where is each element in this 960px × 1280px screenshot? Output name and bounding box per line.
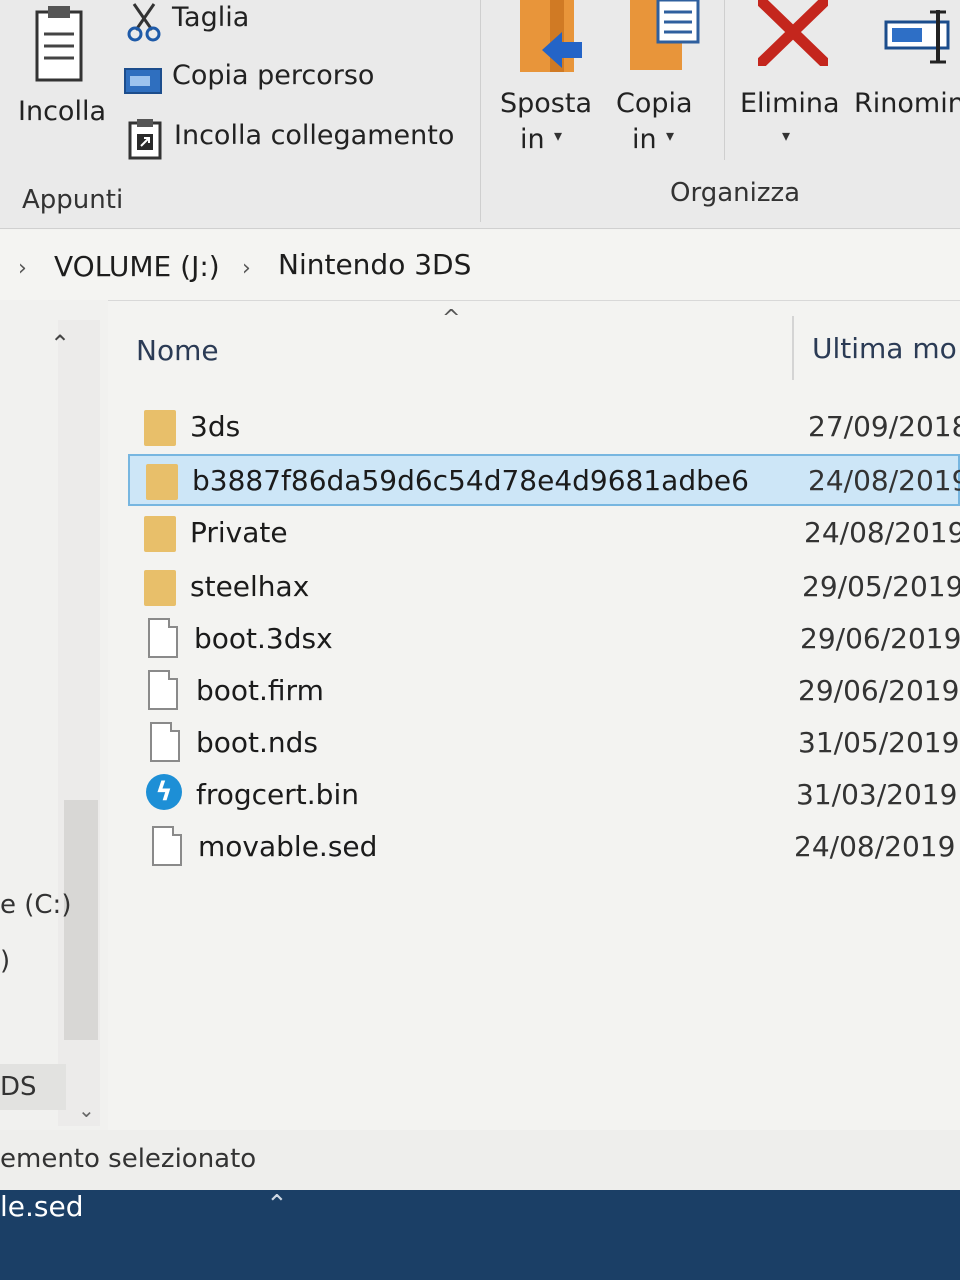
move-to-dropdown-icon: ▾ bbox=[554, 126, 563, 145]
breadcrumb-nintendo-3ds[interactable]: Nintendo 3DS bbox=[278, 248, 471, 281]
copy-to-dropdown-icon: ▾ bbox=[666, 126, 675, 145]
nav-scroll-up-icon[interactable]: ⌃ bbox=[50, 330, 70, 358]
copy-to-icon bbox=[630, 0, 700, 70]
cut-button[interactable]: Taglia bbox=[124, 0, 324, 44]
file-row-private[interactable]: Private 24/08/2019 bbox=[128, 508, 960, 560]
nav-item-drive[interactable]: ) bbox=[0, 946, 10, 976]
status-bar: emento selezionato bbox=[0, 1130, 960, 1192]
copy-to-button[interactable]: Copia in ▾ bbox=[610, 0, 710, 160]
group-divider bbox=[724, 0, 725, 160]
move-to-button[interactable]: Sposta in ▾ bbox=[496, 0, 596, 160]
breadcrumb-chevron-icon[interactable]: › bbox=[242, 256, 251, 281]
paste-shortcut-icon bbox=[128, 119, 162, 160]
move-to-label-2: in bbox=[520, 124, 545, 155]
organize-group-label: Organizza bbox=[670, 178, 801, 208]
file-name: boot.nds bbox=[196, 726, 319, 759]
taskbar-item[interactable]: le.sed bbox=[0, 1190, 84, 1223]
file-row-boot-firm[interactable]: boot.firm 29/06/2019 bbox=[128, 666, 960, 718]
folder-icon bbox=[144, 410, 176, 446]
copy-to-label-2: in bbox=[632, 124, 657, 155]
file-name: movable.sed bbox=[198, 830, 378, 863]
file-icon bbox=[150, 722, 180, 762]
move-to-label: Sposta bbox=[500, 88, 592, 119]
nav-item-3ds-selected[interactable]: DS bbox=[0, 1064, 66, 1110]
nav-item-drive-c[interactable]: e (C:) bbox=[0, 890, 71, 920]
delete-label: Elimina bbox=[740, 88, 840, 119]
nav-scroll-down-icon[interactable]: ⌄ bbox=[78, 1098, 95, 1122]
rename-button[interactable]: Rinomin bbox=[850, 0, 960, 160]
file-date: 29/06/2019 bbox=[800, 622, 960, 655]
breadcrumb-chevron-icon[interactable]: › bbox=[18, 256, 27, 281]
file-row-b3887[interactable]: b3887f86da59d6c54d78e4d9681adbe6 24/08/2… bbox=[128, 454, 960, 506]
folder-icon bbox=[144, 570, 176, 606]
copy-path-label: Copia percorso bbox=[172, 60, 375, 91]
file-date: 31/03/2019 2 bbox=[796, 778, 960, 811]
column-divider[interactable] bbox=[792, 316, 794, 380]
folder-icon bbox=[144, 516, 176, 552]
copy-path-icon bbox=[124, 68, 162, 94]
file-icon bbox=[148, 618, 178, 658]
cut-label: Taglia bbox=[172, 2, 250, 33]
nav-item-3ds-label: DS bbox=[0, 1072, 37, 1102]
file-row-3ds[interactable]: 3ds 27/09/2018 bbox=[128, 402, 960, 454]
file-row-steelhax[interactable]: steelhax 29/05/2019 bbox=[128, 562, 960, 614]
file-date: 24/08/2019 bbox=[808, 464, 960, 497]
move-to-icon bbox=[520, 0, 582, 72]
file-date: 24/08/2019 1 bbox=[794, 830, 960, 863]
file-row-boot-nds[interactable]: boot.nds 31/05/2019 bbox=[128, 718, 960, 770]
folder-icon bbox=[146, 464, 178, 500]
file-name: boot.firm bbox=[196, 674, 324, 707]
sort-ascending-icon: ^ bbox=[442, 306, 461, 331]
copy-path-button[interactable]: Copia percorso bbox=[124, 58, 394, 102]
paste-button[interactable]: Incolla bbox=[12, 0, 112, 140]
file-name: Private bbox=[190, 516, 288, 549]
ribbon: Incolla Taglia Copia percorso Incolla co… bbox=[0, 0, 960, 229]
file-row-boot-3dsx[interactable]: boot.3dsx 29/06/2019 bbox=[128, 614, 960, 666]
file-name: steelhax bbox=[190, 570, 310, 603]
taskbar-chevron-up-icon[interactable]: ⌃ bbox=[266, 1190, 288, 1220]
file-date: 31/05/2019 bbox=[798, 726, 960, 759]
file-date: 29/06/2019 bbox=[798, 674, 960, 707]
delete-x-icon bbox=[758, 0, 828, 66]
file-name: frogcert.bin bbox=[196, 778, 359, 811]
file-name: 3ds bbox=[190, 410, 241, 443]
address-bar[interactable]: › VOLUME (J:) › Nintendo 3DS bbox=[0, 230, 960, 301]
file-name: b3887f86da59d6c54d78e4d9681adbe6 bbox=[192, 464, 749, 497]
file-date: 27/09/2018 bbox=[808, 410, 960, 443]
file-date: 24/08/2019 bbox=[804, 516, 960, 549]
paste-label: Incolla bbox=[18, 96, 106, 127]
nav-scrollbar-thumb[interactable] bbox=[64, 800, 98, 1040]
clipboard-icon bbox=[35, 6, 83, 82]
column-header-modified[interactable]: Ultima mo bbox=[812, 332, 957, 365]
selection-status: emento selezionato bbox=[0, 1144, 257, 1174]
group-divider bbox=[480, 0, 481, 222]
file-name: boot.3dsx bbox=[194, 622, 333, 655]
paste-shortcut-label: Incolla collegamento bbox=[174, 120, 455, 151]
scissors-icon bbox=[127, 3, 161, 42]
app-file-icon: ϟ bbox=[146, 774, 182, 810]
file-row-movable-sed[interactable]: movable.sed 24/08/2019 1 bbox=[128, 822, 960, 874]
delete-button[interactable]: Elimina ▾ bbox=[736, 0, 846, 160]
taskbar: le.sed ⌃ bbox=[0, 1190, 960, 1280]
file-date: 29/05/2019 bbox=[802, 570, 960, 603]
paste-shortcut-button[interactable]: Incolla collegamento bbox=[124, 116, 464, 164]
column-header-name[interactable]: Nome bbox=[136, 334, 219, 367]
breadcrumb-volume[interactable]: VOLUME (J:) bbox=[54, 250, 220, 283]
copy-to-label: Copia bbox=[616, 88, 693, 119]
file-icon bbox=[148, 670, 178, 710]
rename-label: Rinomin bbox=[854, 88, 960, 119]
rename-icon bbox=[884, 10, 950, 64]
file-row-frogcert[interactable]: ϟ frogcert.bin 31/03/2019 2 bbox=[128, 770, 960, 822]
delete-dropdown-icon: ▾ bbox=[782, 126, 791, 145]
clipboard-group-label: Appunti bbox=[22, 185, 124, 215]
file-icon bbox=[152, 826, 182, 866]
